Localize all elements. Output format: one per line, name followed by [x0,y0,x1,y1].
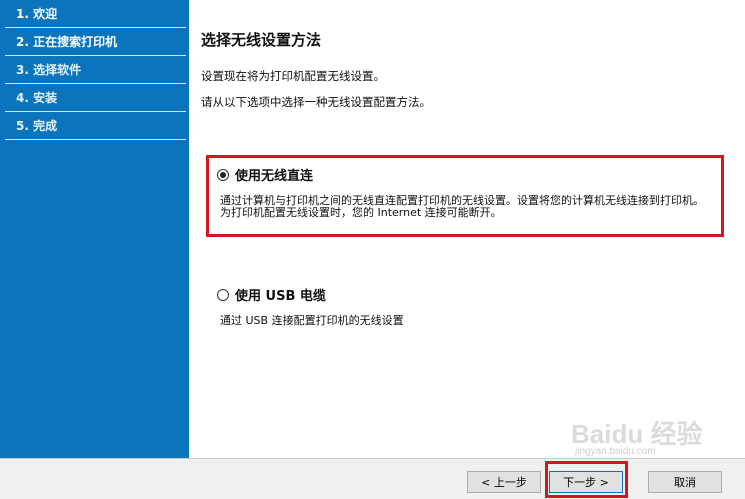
wizard-footer: < 上一步 下一步 > 取消 [0,458,745,499]
option-wireless-direct-label[interactable]: 使用无线直连 [235,165,313,184]
radio-wireless-direct[interactable] [217,168,229,181]
back-button[interactable]: < 上一步 [467,471,541,493]
sidebar-step-finish: 5. 完成 [0,112,189,140]
option-usb-cable-label[interactable]: 使用 USB 电缆 [235,285,326,304]
sidebar-step-searching-printer: 2. 正在搜索打印机 [0,28,189,56]
option-wireless-direct-desc-2: 为打印机配置无线设置时，您的 Internet 连接可能断开。 [220,206,502,219]
next-button[interactable]: 下一步 > [549,471,623,493]
wizard-content: 选择无线设置方法 设置现在将为打印机配置无线设置。 请从以下选项中选择一种无线设… [189,0,745,458]
radio-usb-cable[interactable] [217,288,229,301]
option-wireless-direct-description: 通过计算机与打印机之间的无线直连配置打印机的无线设置。设置将您的计算机无线连接到… [217,195,727,219]
intro-text-1: 设置现在将为打印机配置无线设置。 [201,69,385,83]
sidebar-step-select-software: 3. 选择软件 [0,56,189,84]
intro-text-2: 请从以下选项中选择一种无线设置配置方法。 [201,95,431,109]
page-title: 选择无线设置方法 [201,31,322,49]
sidebar-step-install: 4. 安装 [0,84,189,112]
wizard-sidebar: 1. 欢迎 2. 正在搜索打印机 3. 选择软件 4. 安装 5. 完成 [0,0,189,458]
option-usb-cable[interactable]: 使用 USB 电缆 通过 USB 连接配置打印机的无线设置 [217,285,727,327]
option-usb-cable-description: 通过 USB 连接配置打印机的无线设置 [220,314,404,327]
cancel-button[interactable]: 取消 [648,471,722,493]
sidebar-step-welcome: 1. 欢迎 [0,0,189,28]
option-wireless-direct[interactable]: 使用无线直连 通过计算机与打印机之间的无线直连配置打印机的无线设置。设置将您的计… [217,165,727,219]
